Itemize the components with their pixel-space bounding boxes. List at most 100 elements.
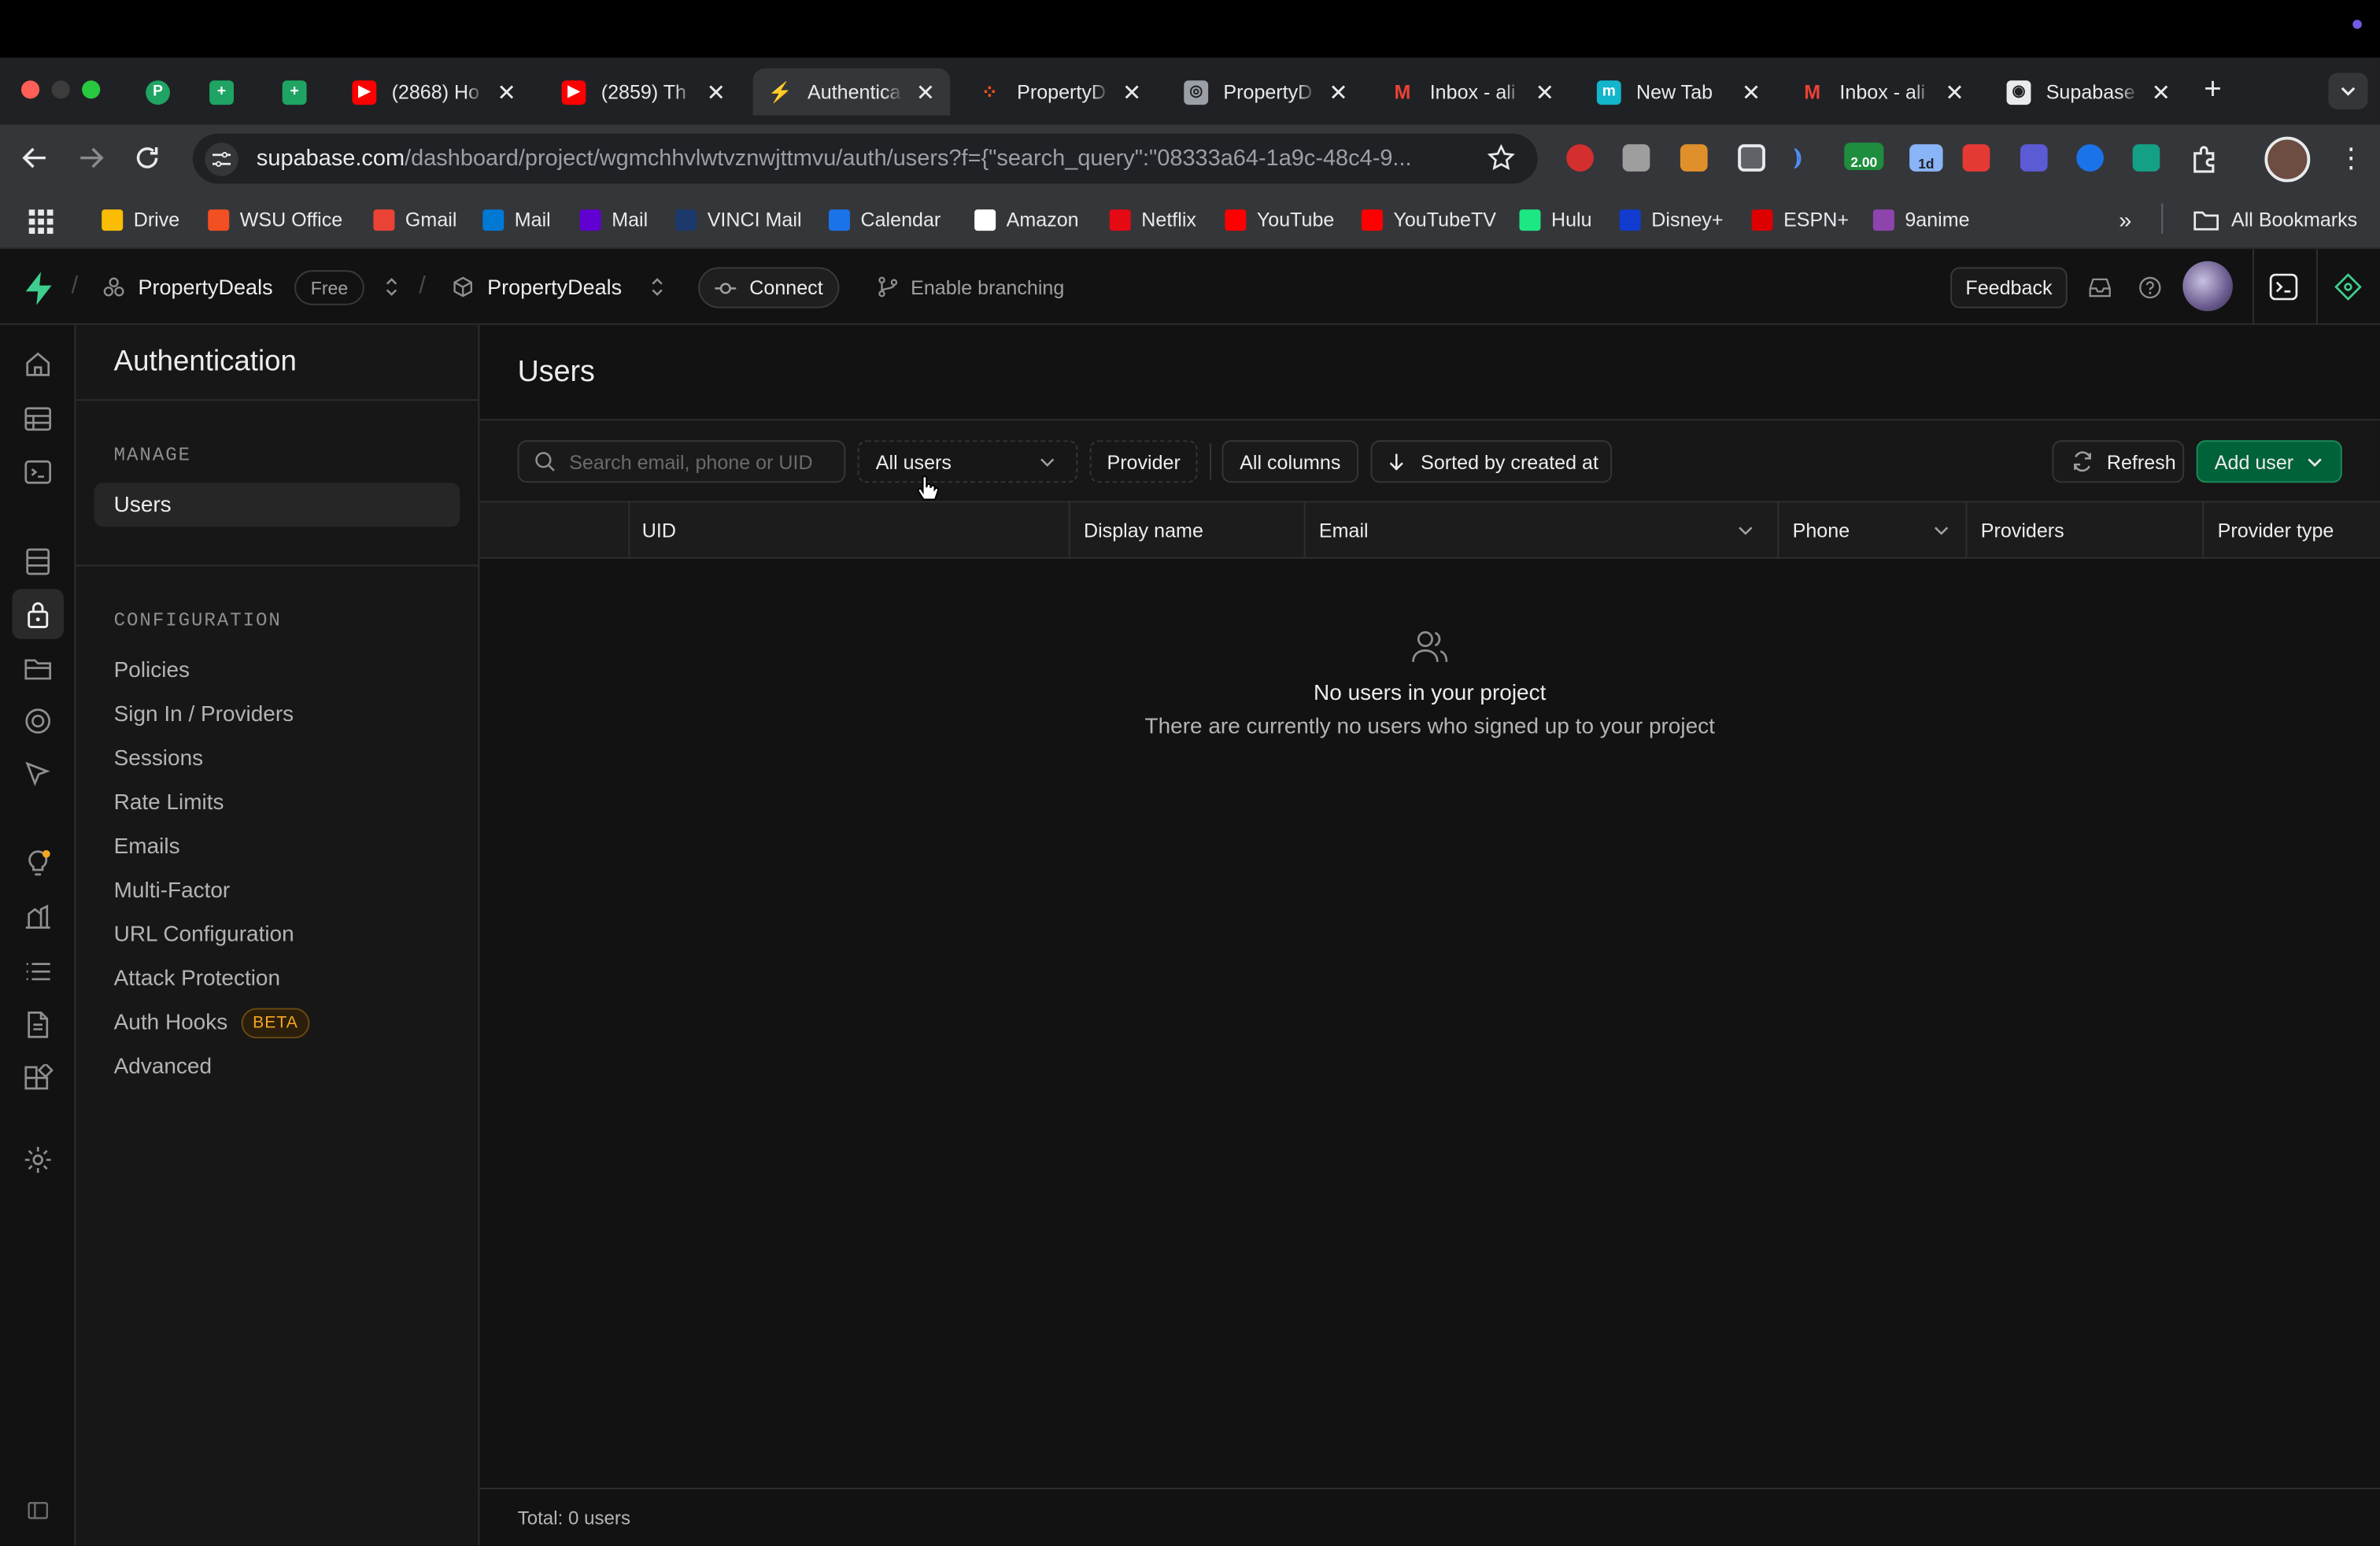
browser-tab[interactable]: ▶ (2859) Th ✕ <box>546 68 741 116</box>
sidebar-item-policies[interactable]: Policies <box>114 659 190 683</box>
column-header-display-name[interactable]: Display name <box>1070 501 1306 559</box>
bookmark-item[interactable]: WSU Office <box>208 208 342 231</box>
column-header-providers[interactable]: Providers <box>1967 501 2204 559</box>
org-name[interactable]: PropertyDeals <box>138 275 272 299</box>
reload-button[interactable] <box>134 144 161 172</box>
add-user-button[interactable]: Add user <box>2196 440 2342 483</box>
column-header-uid[interactable]: UID <box>630 501 1070 559</box>
connect-button[interactable]: Connect <box>698 267 840 309</box>
bookmark-item[interactable]: VINCI Mail <box>675 208 802 231</box>
refresh-button[interactable]: Refresh <box>2052 440 2185 483</box>
address-bar[interactable]: supabase.com/dashboard/project/wgmchhvlw… <box>192 133 1538 184</box>
column-header-provider-type[interactable]: Provider type <box>2204 501 2380 558</box>
site-info-icon[interactable] <box>205 142 238 176</box>
bookmark-item[interactable]: YouTube <box>1225 208 1334 231</box>
sql-editor-icon[interactable] <box>23 457 54 487</box>
user-filter-select[interactable]: All users <box>857 440 1078 483</box>
close-tab-icon[interactable]: ✕ <box>1329 78 1347 105</box>
close-window-button[interactable] <box>20 80 40 99</box>
columns-button[interactable]: All columns <box>1221 440 1359 483</box>
browser-tab[interactable]: ◎ PropertyD ✕ <box>1169 68 1363 116</box>
sidebar-item-multi-factor[interactable]: Multi-Factor <box>114 879 231 904</box>
close-tab-icon[interactable]: ✕ <box>707 78 726 105</box>
bookmark-item[interactable]: YouTubeTV <box>1361 208 1496 231</box>
extension-icon[interactable]: ⦆ <box>1794 144 1822 172</box>
advisors-lightbulb-icon[interactable] <box>23 847 54 878</box>
database-icon[interactable] <box>23 546 54 577</box>
apps-grid-icon[interactable] <box>28 209 54 234</box>
edge-functions-icon[interactable] <box>23 706 54 737</box>
close-tab-icon[interactable]: ✕ <box>1536 78 1554 105</box>
integrations-icon[interactable] <box>23 1063 54 1095</box>
browser-tab[interactable]: + <box>198 68 249 116</box>
extension-icon[interactable] <box>1962 144 1990 172</box>
browser-tab[interactable]: ⚡ Authentica ✕ <box>752 68 951 116</box>
bookmark-item[interactable]: Calendar <box>828 208 941 231</box>
bookmark-item[interactable]: Netflix <box>1109 208 1196 231</box>
help-icon[interactable] <box>2138 276 2161 299</box>
provider-filter-button[interactable]: Provider <box>1089 440 1198 483</box>
extension-icon[interactable] <box>2020 144 2048 172</box>
sidebar-item-auth-hooks[interactable]: Auth Hooks <box>114 1011 228 1035</box>
extension-icon[interactable] <box>1566 144 1594 172</box>
assistant-icon[interactable] <box>2334 273 2362 301</box>
kebab-menu-icon[interactable]: ⋮ <box>2338 142 2365 173</box>
settings-gear-icon[interactable] <box>23 1145 54 1175</box>
supabase-logo-icon[interactable] <box>24 272 55 305</box>
column-header-phone[interactable]: Phone <box>1779 501 1968 559</box>
close-tab-icon[interactable]: ✕ <box>497 78 516 105</box>
sidebar-item-sign-in-providers[interactable]: Sign In / Providers <box>114 703 294 727</box>
extension-icon[interactable] <box>1738 144 1765 172</box>
collapse-sidebar-icon[interactable] <box>28 1500 58 1530</box>
close-tab-icon[interactable]: ✕ <box>1122 78 1141 105</box>
bookmark-item[interactable]: Amazon <box>974 208 1079 231</box>
terminal-icon[interactable] <box>2269 273 2298 301</box>
extension-icon[interactable] <box>1680 144 1708 172</box>
forward-button[interactable] <box>77 146 105 170</box>
extension-icon[interactable] <box>2076 144 2104 172</box>
bookmark-item[interactable]: Drive <box>102 208 179 231</box>
authentication-lock-icon[interactable] <box>23 600 54 631</box>
close-tab-icon[interactable]: ✕ <box>2152 78 2171 105</box>
new-tab-button[interactable]: + <box>2204 74 2222 105</box>
bookmark-item[interactable]: Mail <box>579 208 648 231</box>
more-bookmarks-icon[interactable]: » <box>2119 208 2131 234</box>
extensions-button[interactable] <box>2190 144 2221 175</box>
project-name[interactable]: PropertyDeals <box>487 275 622 299</box>
org-switcher-icon[interactable] <box>384 276 399 298</box>
browser-tab[interactable]: M Inbox - ali ✕ <box>1785 68 1979 116</box>
search-input[interactable]: Search email, phone or UID <box>517 440 846 483</box>
inbox-icon[interactable] <box>2089 276 2112 298</box>
back-button[interactable] <box>21 146 49 170</box>
sidebar-item-emails[interactable]: Emails <box>114 835 180 860</box>
column-header-email[interactable]: Email <box>1306 501 1779 559</box>
logs-list-icon[interactable] <box>23 956 54 987</box>
realtime-cursor-icon[interactable] <box>23 759 54 790</box>
sidebar-item-sessions[interactable]: Sessions <box>114 747 203 771</box>
chevron-down-icon[interactable] <box>1934 524 1949 535</box>
user-avatar[interactable] <box>2182 261 2233 312</box>
project-switcher-icon[interactable] <box>649 276 664 298</box>
browser-tab[interactable]: m New Tab ✕ <box>1582 68 1776 116</box>
browser-tab[interactable]: ◉ Supabase ✕ <box>1991 68 2186 116</box>
sidebar-item-rate-limits[interactable]: Rate Limits <box>114 791 224 816</box>
feedback-button[interactable]: Feedback <box>1950 267 2068 309</box>
home-icon[interactable] <box>23 350 54 380</box>
minimize-window-button[interactable] <box>51 80 70 99</box>
extension-icon[interactable]: 1d <box>1909 144 1943 172</box>
browser-tab[interactable]: ⁘ PropertyD ✕ <box>963 68 1157 116</box>
enable-branching-button[interactable]: Enable branching <box>911 276 1064 299</box>
api-docs-icon[interactable] <box>23 1009 54 1040</box>
sidebar-item-advanced[interactable]: Advanced <box>114 1055 212 1079</box>
tab-search-button[interactable] <box>2328 72 2368 109</box>
bookmark-item[interactable]: ESPN+ <box>1751 208 1849 231</box>
sidebar-item-attack-protection[interactable]: Attack Protection <box>114 967 280 991</box>
extension-icon[interactable]: 2.00 <box>1844 142 1884 170</box>
browser-tab[interactable]: M Inbox - ali ✕ <box>1375 68 1569 116</box>
bookmark-item[interactable]: Mail <box>482 208 551 231</box>
profile-avatar[interactable] <box>2264 136 2311 183</box>
table-editor-icon[interactable] <box>23 404 54 435</box>
bookmark-item[interactable]: Hulu <box>1519 208 1592 231</box>
browser-tab[interactable]: ▶ (2868) Ho ✕ <box>337 68 531 116</box>
extension-icon[interactable] <box>2132 144 2160 172</box>
